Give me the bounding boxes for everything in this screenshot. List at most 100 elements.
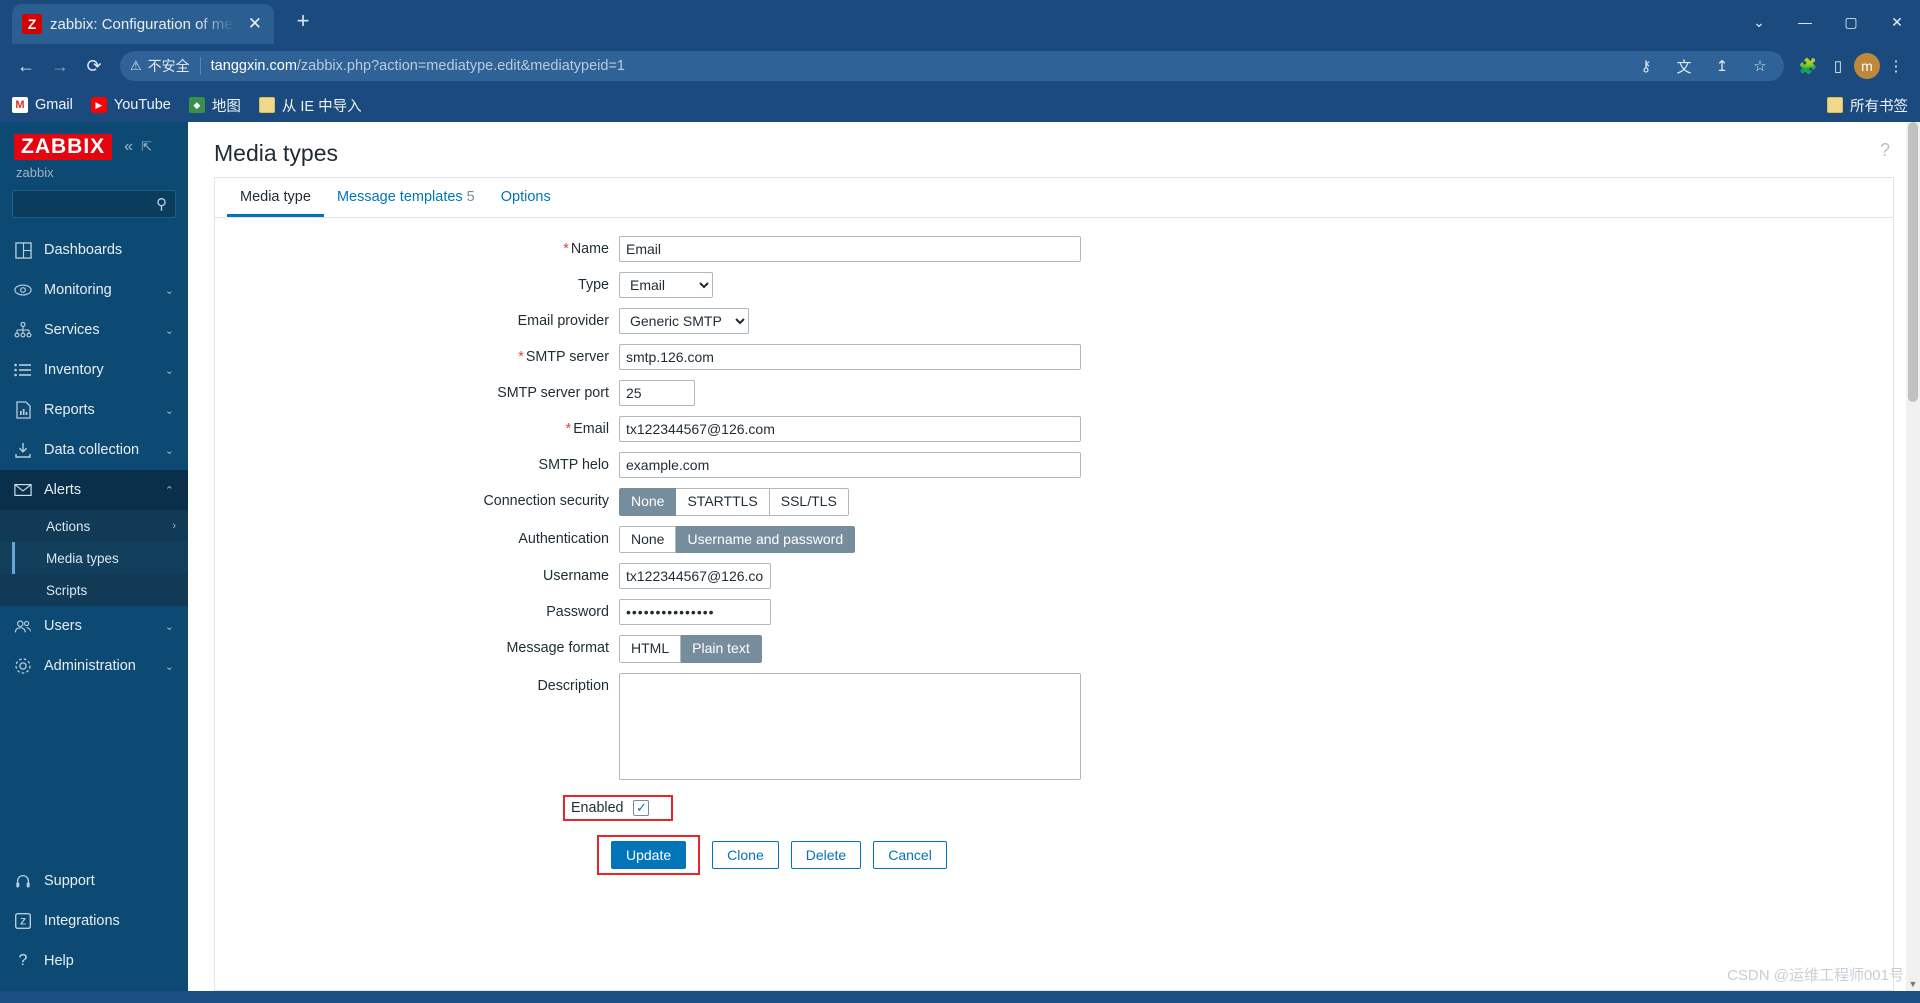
help-icon[interactable]: ? bbox=[1880, 140, 1896, 161]
smtp-server-input[interactable] bbox=[619, 344, 1081, 370]
field-row-name: * Name bbox=[215, 236, 1893, 262]
chevron-down-icon: ⌄ bbox=[164, 444, 174, 457]
scrollbar-thumb[interactable] bbox=[1908, 122, 1918, 402]
hide-sidebar-icon[interactable]: ⇱ bbox=[141, 139, 152, 155]
key-icon[interactable]: ⚷ bbox=[1632, 52, 1660, 80]
window-controls: ⌄ — ▢ ✕ bbox=[1736, 0, 1920, 44]
sidebar-item-help[interactable]: ? Help bbox=[0, 941, 188, 981]
control-type: Email bbox=[619, 272, 1893, 298]
extensions-icon[interactable]: 🧩 bbox=[1794, 52, 1822, 80]
tab-favicon-icon: Z bbox=[22, 14, 42, 34]
url-path: /zabbix.php?action=mediatype.edit&mediat… bbox=[296, 58, 625, 74]
description-textarea[interactable] bbox=[619, 672, 1081, 780]
authentication-option-none[interactable]: None bbox=[619, 525, 677, 553]
connection-security-option-starttls[interactable]: STARTTLS bbox=[676, 488, 770, 516]
chevron-down-icon: ⌄ bbox=[164, 620, 174, 633]
smtp-helo-input[interactable] bbox=[619, 452, 1081, 478]
cancel-button[interactable]: Cancel bbox=[873, 840, 947, 869]
label-type: Type bbox=[578, 277, 609, 293]
username-input[interactable] bbox=[619, 563, 771, 589]
forward-icon[interactable]: → bbox=[44, 50, 76, 82]
sidebar-item-inventory[interactable]: Inventory ⌄ bbox=[0, 350, 188, 390]
page-scrollbar[interactable]: ▲ ▼ bbox=[1906, 122, 1920, 991]
control-email-provider: Generic SMTP bbox=[619, 308, 1893, 334]
zabbix-logo[interactable]: ZABBIX bbox=[14, 134, 113, 161]
back-icon[interactable]: ← bbox=[10, 50, 42, 82]
message-format-option-html[interactable]: HTML bbox=[619, 635, 682, 663]
tab-message-templates[interactable]: Message templates 5 bbox=[324, 178, 488, 217]
chevron-down-icon[interactable]: ⌄ bbox=[1736, 0, 1782, 44]
sidebar-item-actions[interactable]: Actions › bbox=[0, 510, 188, 543]
authentication-option-username-password[interactable]: Username and password bbox=[676, 525, 856, 553]
label-email-provider: Email provider bbox=[517, 313, 609, 329]
enabled-checkbox[interactable]: ✓ bbox=[633, 799, 650, 816]
bookmarks-bar: M Gmail ▶ YouTube ◆ 地图 从 IE 中导入 所有书签 bbox=[0, 88, 1920, 122]
bookmark-maps[interactable]: ◆ 地图 bbox=[188, 95, 241, 116]
bookmark-ie-import[interactable]: 从 IE 中导入 bbox=[258, 95, 362, 116]
new-tab-button[interactable]: + bbox=[286, 6, 320, 40]
email-input[interactable] bbox=[619, 416, 1081, 442]
name-input[interactable] bbox=[619, 236, 1081, 262]
sidebar-item-media-types[interactable]: Media types bbox=[0, 542, 188, 575]
profile-avatar[interactable]: m bbox=[1854, 53, 1880, 79]
clone-button[interactable]: Clone bbox=[712, 840, 779, 869]
sidebar-item-services[interactable]: Services ⌄ bbox=[0, 310, 188, 350]
address-bar[interactable]: ⚠ 不安全 tanggxin.com/zabbix.php?action=med… bbox=[120, 51, 1784, 81]
search-icon[interactable]: ⚲ bbox=[156, 195, 167, 213]
sidebar-item-scripts[interactable]: Scripts bbox=[0, 574, 188, 607]
smtp-port-input[interactable] bbox=[619, 380, 695, 406]
label-enabled: Enabled bbox=[571, 799, 624, 816]
sidebar-item-alerts[interactable]: Alerts ⌃ bbox=[0, 470, 188, 511]
collapse-sidebar-icon[interactable]: « bbox=[124, 138, 133, 156]
zabbix-box-icon: Z bbox=[14, 912, 32, 930]
sidebar-item-reports[interactable]: Reports ⌄ bbox=[0, 390, 188, 430]
minimize-button[interactable]: — bbox=[1782, 0, 1828, 44]
search-input[interactable] bbox=[21, 196, 156, 212]
message-format-option-plain-text[interactable]: Plain text bbox=[681, 635, 762, 663]
share-icon[interactable]: ↥ bbox=[1708, 52, 1736, 80]
type-select[interactable]: Email bbox=[619, 272, 713, 298]
question-icon: ? bbox=[18, 952, 28, 969]
maximize-button[interactable]: ▢ bbox=[1828, 0, 1874, 44]
sidebar-item-monitoring[interactable]: Monitoring ⌄ bbox=[0, 270, 188, 310]
connection-security-option-none[interactable]: None bbox=[619, 488, 677, 516]
password-input[interactable] bbox=[619, 599, 771, 625]
all-bookmarks-button[interactable]: 所有书签 bbox=[1827, 95, 1908, 116]
scroll-down-icon[interactable]: ▼ bbox=[1906, 977, 1920, 991]
media-type-form-card: Media type Message templates 5 Options * N… bbox=[214, 177, 1894, 991]
delete-button[interactable]: Delete bbox=[790, 840, 862, 869]
browser-tab[interactable]: Z zabbix: Configuration of media types ✕ bbox=[12, 4, 274, 44]
close-icon[interactable]: ✕ bbox=[246, 14, 264, 34]
sidebar-item-dashboards[interactable]: Dashboards bbox=[0, 230, 188, 270]
insecure-label: 不安全 bbox=[147, 58, 190, 74]
sidebar-item-label: Monitoring bbox=[44, 282, 112, 299]
reload-icon[interactable]: ⟳ bbox=[78, 50, 110, 82]
sidebar-item-support[interactable]: Support bbox=[0, 861, 188, 901]
side-panel-icon[interactable]: ▯ bbox=[1824, 52, 1852, 80]
field-row-username: Username bbox=[215, 563, 1893, 589]
field-row-enabled: Enabled ✓ bbox=[215, 794, 1893, 821]
warning-triangle-icon: ⚠ bbox=[130, 58, 142, 73]
sidebar-item-integrations[interactable]: Z Integrations bbox=[0, 901, 188, 941]
tab-media-type[interactable]: Media type bbox=[227, 178, 324, 217]
enabled-highlight-box: Enabled ✓ bbox=[563, 794, 674, 821]
update-button[interactable]: Update bbox=[611, 840, 687, 869]
tab-count: 5 bbox=[466, 189, 475, 205]
email-provider-select[interactable]: Generic SMTP bbox=[619, 308, 749, 334]
sidebar-item-administration[interactable]: Administration ⌄ bbox=[0, 646, 188, 686]
tab-title: zabbix: Configuration of media types bbox=[50, 15, 238, 33]
sidebar-item-data-collection[interactable]: Data collection ⌄ bbox=[0, 430, 188, 470]
window-close-button[interactable]: ✕ bbox=[1874, 0, 1920, 44]
tab-options[interactable]: Options bbox=[488, 178, 564, 217]
translate-icon[interactable]: 文 bbox=[1670, 52, 1698, 80]
tab-label: Options bbox=[500, 189, 551, 205]
connection-security-option-ssltls[interactable]: SSL/TLS bbox=[769, 488, 849, 516]
bookmark-star-icon[interactable]: ☆ bbox=[1746, 52, 1774, 80]
label-password: Password bbox=[546, 604, 609, 620]
browser-menu-icon[interactable]: ⋮ bbox=[1882, 52, 1910, 80]
control-description bbox=[619, 672, 1893, 785]
sidebar-item-users[interactable]: Users ⌄ bbox=[0, 606, 188, 646]
sidebar-search[interactable]: ⚲ bbox=[12, 190, 176, 219]
bookmark-youtube[interactable]: ▶ YouTube bbox=[90, 97, 171, 113]
bookmark-gmail[interactable]: M Gmail bbox=[12, 97, 73, 113]
